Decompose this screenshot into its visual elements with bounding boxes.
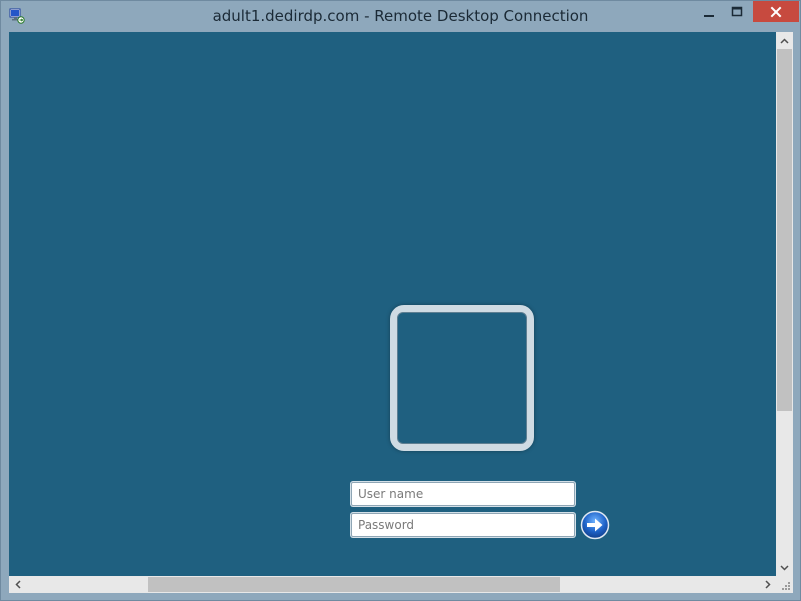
chevron-left-icon xyxy=(14,580,21,589)
resize-grip[interactable] xyxy=(776,576,793,593)
close-icon xyxy=(770,6,782,17)
user-avatar-frame xyxy=(390,305,534,451)
chevron-down-icon xyxy=(780,564,789,571)
rdp-window: adult1.dedirdp.com - Remote Desktop Conn… xyxy=(0,0,801,601)
close-button[interactable] xyxy=(753,1,799,22)
submit-button[interactable] xyxy=(580,510,610,540)
scroll-right-button[interactable] xyxy=(759,576,776,593)
horizontal-scrollbar[interactable] xyxy=(9,576,776,593)
remote-desktop-area[interactable] xyxy=(9,32,776,576)
scroll-up-button[interactable] xyxy=(776,32,793,49)
scroll-down-button[interactable] xyxy=(776,559,793,576)
maximize-icon xyxy=(731,6,743,17)
vertical-scrollbar[interactable] xyxy=(776,32,793,576)
scroll-left-button[interactable] xyxy=(9,576,26,593)
chevron-right-icon xyxy=(764,580,771,589)
vertical-scroll-thumb[interactable] xyxy=(777,49,792,411)
user-avatar xyxy=(397,312,527,444)
arrow-right-icon xyxy=(580,510,610,540)
minimize-button[interactable] xyxy=(694,1,724,23)
maximize-button[interactable] xyxy=(724,1,750,23)
window-title: adult1.dedirdp.com - Remote Desktop Conn… xyxy=(212,7,589,25)
username-input[interactable] xyxy=(351,482,575,506)
chevron-up-icon xyxy=(780,37,789,44)
resize-grip-icon xyxy=(782,582,790,590)
horizontal-scroll-thumb[interactable] xyxy=(148,577,560,592)
password-input[interactable] xyxy=(351,513,575,537)
minimize-icon xyxy=(704,15,714,17)
title-bar[interactable]: adult1.dedirdp.com - Remote Desktop Conn… xyxy=(1,1,800,31)
